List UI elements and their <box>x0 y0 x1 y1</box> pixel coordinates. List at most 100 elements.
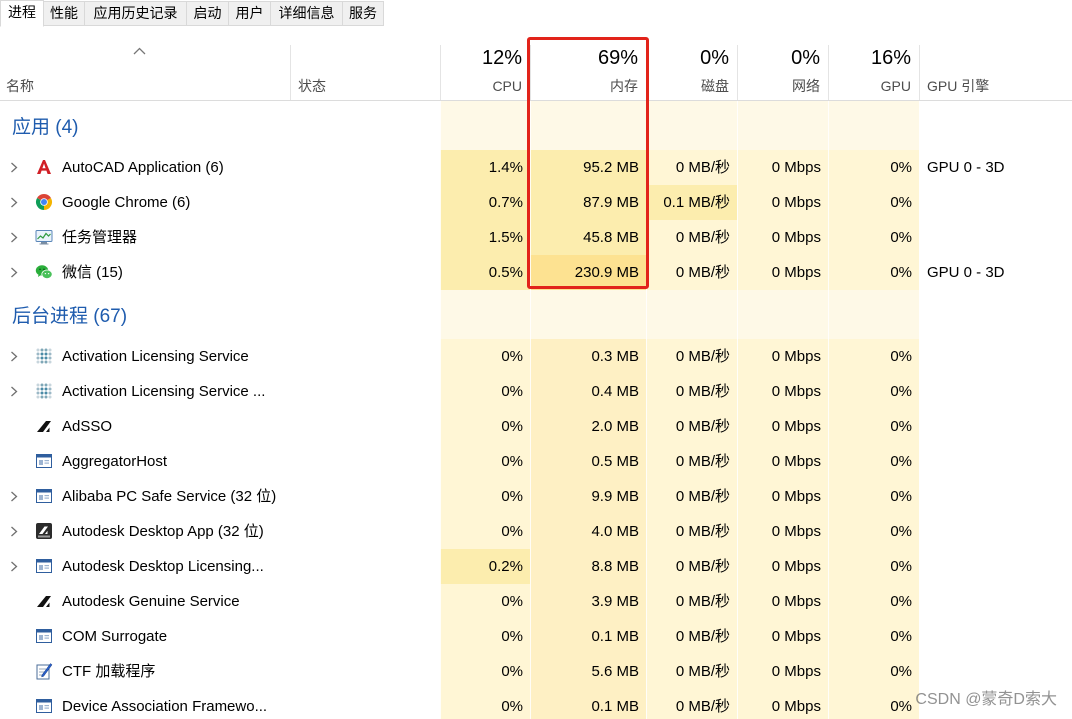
chevron-right-icon[interactable] <box>10 232 18 243</box>
status-cell <box>290 339 440 374</box>
column-label-disk: 磁盘 <box>701 78 729 94</box>
gpu-engine-value <box>919 339 1072 374</box>
network-value: 0 Mbps <box>737 255 828 290</box>
process-name: COM Surrogate <box>62 628 168 645</box>
network-value: 0 Mbps <box>737 584 828 619</box>
disk-value: 0 MB/秒 <box>646 339 737 374</box>
cpu-value: 0% <box>440 514 530 549</box>
chevron-right-icon[interactable] <box>10 197 18 208</box>
memory-total-percent: 69% <box>597 47 638 69</box>
gpu-engine-value <box>919 479 1072 514</box>
column-header-gpu[interactable]: 16% GPU <box>828 27 919 100</box>
cpu-cell <box>440 290 530 339</box>
process-row[interactable]: AutoCAD Application (6) 1.4% 95.2 MB 0 MB/秒… <box>0 150 1072 185</box>
process-row[interactable]: Autodesk Desktop Licensing... 0.2% 8.8 MB 0… <box>0 549 1072 584</box>
process-list: 应用 (4) AutoCAD Application (6) 1.4% 95.2 MB… <box>0 101 1072 719</box>
column-header-gpu-engine[interactable]: GPU 引擎 <box>919 27 1072 100</box>
tab-processes[interactable]: 进程 <box>0 0 44 27</box>
process-name: Autodesk Desktop Licensing... <box>62 558 264 575</box>
column-label-name: 名称 <box>6 78 34 94</box>
memory-value: 2.0 MB <box>530 409 646 444</box>
disk-total-percent: 0% <box>700 47 729 69</box>
column-header-disk[interactable]: 0% 磁盘 <box>646 27 737 100</box>
chevron-right-icon[interactable] <box>10 351 18 362</box>
gpu-engine-value <box>919 374 1072 409</box>
memory-value: 9.9 MB <box>530 479 646 514</box>
gpu-value: 0% <box>828 549 919 584</box>
process-row[interactable]: Autodesk Genuine Service 0% 3.9 MB 0 MB/秒 0 … <box>0 584 1072 619</box>
cpu-value: 0% <box>440 374 530 409</box>
process-row[interactable]: AggregatorHost 0% 0.5 MB 0 MB/秒 0 Mbps 0% <box>0 444 1072 479</box>
column-label-network: 网络 <box>792 78 820 94</box>
tab-performance[interactable]: 性能 <box>43 1 85 26</box>
process-row[interactable]: Autodesk Desktop App (32 位) 0% 4.0 MB 0 MB/… <box>0 514 1072 549</box>
disk-value: 0 MB/秒 <box>646 444 737 479</box>
process-row[interactable]: Device Association Framewo... 0% 0.1 MB 0 M… <box>0 689 1072 719</box>
memory-cell <box>530 101 646 150</box>
gpu-engine-value <box>919 514 1072 549</box>
chevron-right-icon[interactable] <box>10 491 18 502</box>
gpu-value: 0% <box>828 514 919 549</box>
process-row[interactable]: 任务管理器 1.5% 45.8 MB 0 MB/秒 0 Mbps 0% <box>0 220 1072 255</box>
process-row[interactable]: CTF 加载程序 0% 5.6 MB 0 MB/秒 0 Mbps 0% <box>0 654 1072 689</box>
column-header-name[interactable]: 名称 <box>0 27 290 100</box>
gpu-engine-value: GPU 0 - 3D <box>927 264 1005 281</box>
status-cell <box>290 150 440 185</box>
app-window-icon <box>35 452 53 470</box>
status-cell <box>290 101 440 150</box>
chevron-up-icon[interactable] <box>133 47 146 55</box>
licensing-dots-icon <box>35 347 53 365</box>
memory-value: 3.9 MB <box>530 584 646 619</box>
memory-value: 4.0 MB <box>530 514 646 549</box>
network-value: 0 Mbps <box>737 689 828 719</box>
column-label-gpu-engine: GPU 引擎 <box>927 78 990 94</box>
cpu-value: 1.5% <box>440 220 530 255</box>
gpu-engine-value <box>919 409 1072 444</box>
tab-users[interactable]: 用户 <box>228 1 271 26</box>
process-row[interactable]: 微信 (15) 0.5% 230.9 MB 0 MB/秒 0 Mbps 0% GPU 0 -… <box>0 255 1072 290</box>
status-cell <box>290 185 440 220</box>
gpu-value: 0% <box>828 584 919 619</box>
process-row[interactable]: Activation Licensing Service ... 0% 0.4 MB… <box>0 374 1072 409</box>
column-header-memory[interactable]: 69% 内存 <box>530 27 646 100</box>
column-label-cpu: CPU <box>492 78 522 94</box>
process-name: CTF 加载程序 <box>62 663 156 680</box>
process-name: AggregatorHost <box>62 453 168 470</box>
cpu-value: 0% <box>440 339 530 374</box>
tab-app-history[interactable]: 应用历史记录 <box>84 1 187 26</box>
chevron-right-icon[interactable] <box>10 162 18 173</box>
process-name: Autodesk Desktop App (32 位) <box>62 523 264 540</box>
process-row[interactable]: Activation Licensing Service 0% 0.3 MB 0 MB… <box>0 339 1072 374</box>
chevron-right-icon[interactable] <box>10 561 18 572</box>
process-row[interactable]: Google Chrome (6) 0.7% 87.9 MB 0.1 MB/秒 0 Mb… <box>0 185 1072 220</box>
chrome-icon <box>35 193 53 211</box>
group-header[interactable]: 后台进程 (67) <box>0 290 1072 339</box>
gpu-value: 0% <box>828 654 919 689</box>
disk-value: 0 MB/秒 <box>646 654 737 689</box>
group-header[interactable]: 应用 (4) <box>0 101 1072 150</box>
memory-value: 0.3 MB <box>530 339 646 374</box>
process-name-cell: CTF 加载程序 <box>0 654 290 689</box>
process-row[interactable]: COM Surrogate 0% 0.1 MB 0 MB/秒 0 Mbps 0% <box>0 619 1072 654</box>
process-name: Alibaba PC Safe Service (32 位) <box>62 488 277 505</box>
process-name: Activation Licensing Service <box>62 348 249 365</box>
gpu-value: 0% <box>828 374 919 409</box>
chevron-right-icon[interactable] <box>10 526 18 537</box>
tab-details[interactable]: 详细信息 <box>270 1 343 26</box>
chevron-right-icon[interactable] <box>10 386 18 397</box>
tab-services[interactable]: 服务 <box>342 1 384 26</box>
memory-value: 0.5 MB <box>530 444 646 479</box>
chevron-right-icon[interactable] <box>10 267 18 278</box>
column-header-network[interactable]: 0% 网络 <box>737 27 828 100</box>
column-header-cpu[interactable]: 12% CPU <box>440 27 530 100</box>
network-value: 0 Mbps <box>737 374 828 409</box>
gpu-value: 0% <box>828 220 919 255</box>
process-row[interactable]: Alibaba PC Safe Service (32 位) 0% 9.9 MB 0 … <box>0 479 1072 514</box>
memory-value: 230.9 MB <box>530 255 646 290</box>
process-row[interactable]: AdSSO 0% 2.0 MB 0 MB/秒 0 Mbps 0% <box>0 409 1072 444</box>
tab-startup[interactable]: 启动 <box>186 1 229 26</box>
column-header-status[interactable]: 状态 <box>290 27 440 100</box>
cpu-value: 0.2% <box>440 549 530 584</box>
process-name: 任务管理器 <box>62 229 138 246</box>
task-manager-icon <box>35 228 53 246</box>
